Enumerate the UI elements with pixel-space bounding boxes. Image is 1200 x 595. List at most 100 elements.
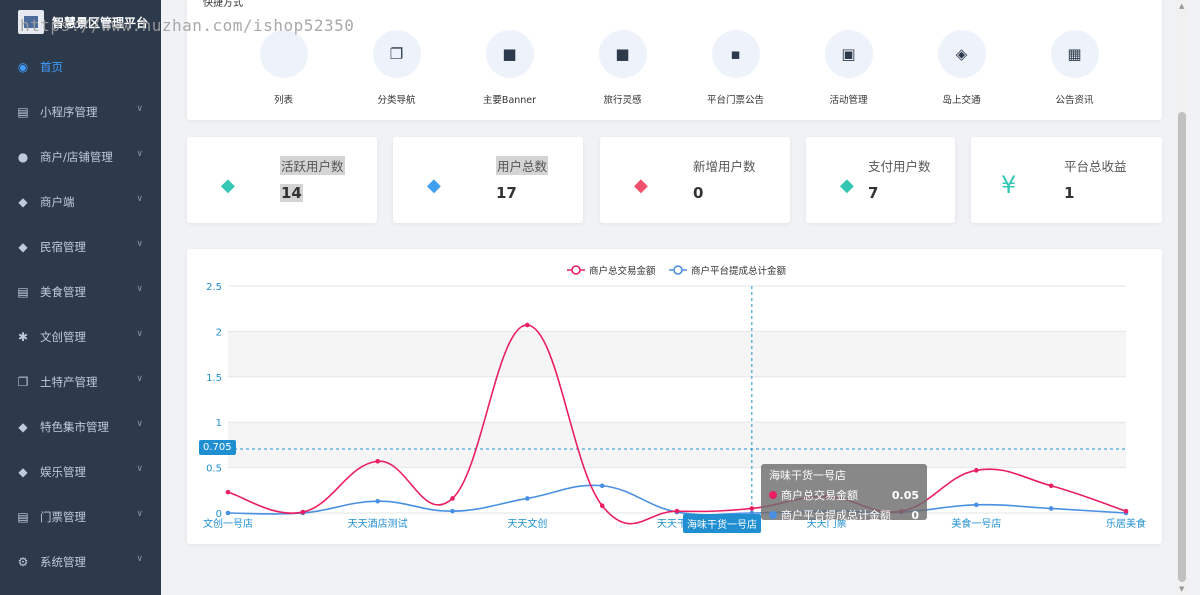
data-point [974,502,979,508]
tooltip-title: 海味干货一号店 [769,469,846,482]
y-tick-label: 1.5 [206,373,222,384]
stat-card: ◆ 活跃用户数 14 [187,137,377,223]
quick-link[interactable]: 列表 [227,30,340,106]
stat-card: ◆ 新增用户数 0 [600,137,790,223]
stat-value: 0 [693,184,704,202]
users-icon: ◆ [634,175,648,196]
sidebar-item[interactable]: ▤ 美食管理 ∨ [0,269,161,314]
data-point [1048,506,1054,511]
users-icon: ◆ [18,194,28,209]
sidebar-item-label: 文创管理 [40,329,86,344]
sidebar-item-label: 商户端 [40,194,75,209]
y-tick-label: 2 [216,327,222,338]
sidebar-item[interactable]: ◉ 首页 [0,44,161,89]
users-icon: ◆ [18,464,28,479]
sidebar-item[interactable]: ▤ 门票管理 ∨ [0,494,161,539]
chevron-down-icon: ∨ [136,464,143,474]
series-dot-icon [769,491,777,499]
data-point [599,483,605,489]
sidebar-item-label: 系统管理 [40,554,86,569]
sidebar-item[interactable]: ◆ 娱乐管理 ∨ [0,449,161,494]
yen-icon: ¥ [1001,171,1017,199]
data-point [225,510,231,516]
sidebar-item-label: 土特产管理 [40,374,98,389]
main-content: 快捷方式 列表 ❐ 分类导航 ■ 主要Banner ■ 旅行灵感 ▪ 平台门票公告 ▣ 活动管理 ◈ 岛… [161,0,1188,595]
quick-link-label: 列表 [273,95,293,106]
scrollbar-thumb[interactable] [1178,112,1186,582]
chevron-down-icon: ∨ [136,239,143,249]
quick-link-label: 分类导航 [377,95,416,106]
sidebar-item[interactable]: ● 商户/店铺管理 ∨ [0,134,161,179]
quick-link-label: 岛上交通 [942,95,981,106]
data-point [1048,483,1054,489]
data-point [225,489,231,495]
data-point [525,322,530,328]
copy-icon: ❐ [17,374,29,389]
sidebar-item[interactable]: ◆ 商户端 ∨ [0,179,161,224]
sidebar-item[interactable]: ▤ 小程序管理 ∨ [0,89,161,134]
stat-value: 14 [280,184,303,202]
legend-label: 商户总交易金额 [589,265,656,277]
quick-link[interactable]: ▪ 平台门票公告 [679,30,792,106]
document-icon: ▦ [1050,30,1099,78]
vertical-scrollbar[interactable]: ▲ ▼ [1176,0,1188,595]
data-point [749,506,755,511]
x-tick-label: 文创一号店 [203,517,253,530]
quick-link[interactable]: ■ 旅行灵感 [566,30,679,106]
dashboard-icon: ◉ [17,59,29,74]
chevron-down-icon: ∨ [136,419,143,429]
line-chart[interactable]: 00.511.522.5文创一号店 天天酒店测试 天天文创 天天干货 天天门票 美食一号店… [187,249,1162,544]
stat-title: 支付用户数 [868,159,931,174]
y-pointer-label: 0.705 [199,440,236,455]
x-tick-label: 乐居美食 [1106,517,1146,530]
table-icon: ▤ [17,104,29,119]
user-icon: ● [17,149,29,164]
quick-link[interactable]: 关键 [1131,30,1162,106]
tooltip-row: 商户总交易金额 0.05 [769,487,919,503]
legend-label: 商户平台提成总计金额 [691,265,787,277]
tooltip-series-name: 商户平台提成总计金额 [781,509,891,522]
tooltip-series-value: 0 [911,508,919,522]
data-point [674,508,680,514]
stat-card: ¥ 平台总收益 1 [971,137,1162,223]
stat-title: 用户总数 [496,156,549,175]
copy-icon: ❐ [372,30,421,78]
quick-link[interactable]: ▣ 活动管理 [792,30,905,106]
chart-tooltip: 海味干货一号店 商户总交易金额 0.05 商户平台提成总计金额 0 [761,464,927,523]
sidebar-item[interactable]: ◆ 民宿管理 ∨ [0,224,161,269]
quick-link-label: 旅行灵感 [603,95,642,106]
users-icon: ◆ [18,239,28,254]
sidebar-item-label: 娱乐管理 [40,464,86,479]
tooltip-row: 商户平台提成总计金额 0 [769,507,919,523]
quick-link[interactable]: ■ 主要Banner [453,30,566,106]
quick-link[interactable]: ▦ 公告资讯 [1018,30,1131,106]
sidebar-item[interactable]: ❐ 土特产管理 ∨ [0,359,161,404]
stat-value: 7 [868,184,879,202]
stat-value: 17 [496,184,517,202]
data-point [450,496,455,501]
users-icon: ◆ [18,419,28,434]
clapperboard-icon: ■ [485,30,534,78]
quick-link[interactable]: ◈ 岛上交通 [905,30,1018,106]
bug-icon: ✱ [17,329,29,344]
series-dot-icon [769,511,777,519]
sidebar-item[interactable]: ✱ 文创管理 ∨ [0,314,161,359]
users-icon: ◆ [427,175,441,196]
scroll-up-icon[interactable]: ▲ [1179,2,1184,10]
table-icon: ▤ [17,284,29,299]
chevron-down-icon: ∨ [136,509,143,519]
quick-link[interactable]: ❐ 分类导航 [340,30,453,106]
y-tick-label: 1 [216,418,222,429]
sidebar-item[interactable]: ◆ 特色集市管理 ∨ [0,404,161,449]
x-tick-label: 美食一号店 [951,517,1001,530]
app-title: 智慧景区管理平台 [52,15,149,30]
chevron-down-icon: ∨ [136,554,143,564]
scroll-down-icon[interactable]: ▼ [1179,585,1184,593]
quick-link-label: 公告资讯 [1055,95,1094,106]
stat-value: 1 [1064,184,1075,202]
sidebar-item[interactable]: ⚙ 系统管理 ∨ [0,539,161,584]
line-chart-card: 0 0.5 1 1.5 2 2.5 文创一号店 天天酒店测试 天天文创 天天干货 天天门票 美食一号店… [187,249,1162,544]
data-point [525,496,530,501]
y-tick-label: 2.5 [206,282,222,293]
stat-card: ◆ 支付用户数 7 [806,137,955,223]
